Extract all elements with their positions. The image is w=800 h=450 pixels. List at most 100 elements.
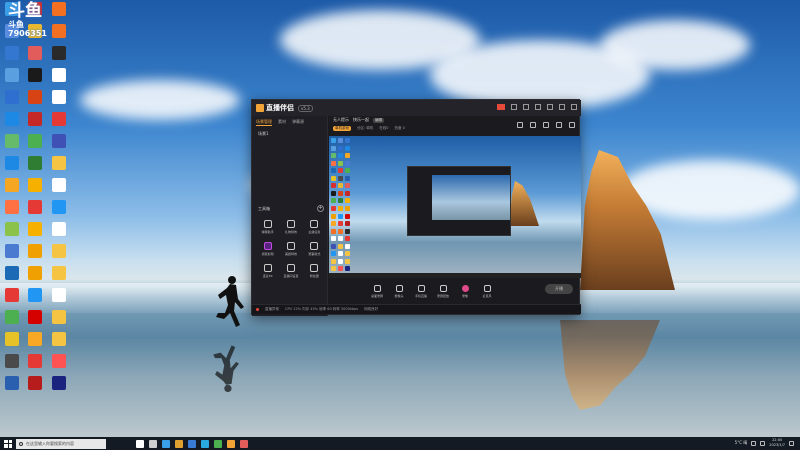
taskbar-clock[interactable]: 22:00 2023/1/7 <box>769 438 785 448</box>
taskbar-app-icon[interactable] <box>227 439 235 448</box>
room-subtitle[interactable]: 快乐一起 <box>353 117 369 123</box>
message-icon[interactable] <box>511 104 517 110</box>
notification-icon[interactable] <box>789 440 794 446</box>
desktop-shortcut-icon[interactable] <box>1 354 23 376</box>
capture-control[interactable]: 麦克风 <box>477 284 497 298</box>
desktop-shortcut-icon[interactable] <box>24 222 46 244</box>
lock-icon[interactable] <box>530 122 536 128</box>
capture-control[interactable]: 录像 <box>455 284 475 298</box>
desktop-shortcut-icon[interactable] <box>24 112 46 134</box>
maximize-button[interactable] <box>559 104 565 110</box>
desktop-shortcut-icon[interactable] <box>48 244 70 266</box>
toolbox-item[interactable]: 主播任务 <box>303 220 326 234</box>
taskbar-app-icon[interactable] <box>149 439 157 448</box>
desktop-shortcut-icon[interactable] <box>48 200 70 222</box>
capture-control[interactable]: 手机直播 <box>411 284 431 298</box>
taskbar-app-icon[interactable] <box>162 439 170 448</box>
desktop-shortcut-icon[interactable] <box>1 68 23 90</box>
taskbar-app-icon[interactable] <box>175 439 183 448</box>
room-edit-tag[interactable]: 编辑 <box>373 117 384 123</box>
room-title[interactable]: 无人提示 <box>333 117 349 123</box>
desktop-shortcut-icon[interactable] <box>48 90 70 112</box>
menu-icon[interactable] <box>535 104 541 110</box>
volume-icon[interactable] <box>760 440 766 446</box>
windows-start-icon[interactable] <box>4 439 12 448</box>
desktop-shortcut-icon[interactable] <box>48 134 70 156</box>
taskbar-app-icon[interactable] <box>201 439 209 448</box>
stream-preview[interactable] <box>329 136 581 278</box>
toolbox-item[interactable]: 连麦PK <box>256 264 279 278</box>
taskbar-app-icon[interactable] <box>214 439 222 448</box>
toolbox-item[interactable]: 粉丝团 <box>303 264 326 278</box>
toolbox-item[interactable]: 赛事模式 <box>303 242 326 256</box>
desktop-shortcut-icon[interactable] <box>48 354 70 376</box>
toolbox-add-button[interactable]: + <box>317 205 324 212</box>
desktop-shortcut-icon[interactable] <box>24 134 46 156</box>
desktop-shortcut-icon[interactable] <box>1 112 23 134</box>
desktop-shortcut-icon[interactable] <box>48 310 70 332</box>
desktop-shortcut-icon[interactable] <box>48 288 70 310</box>
scene-item[interactable]: 场景1 <box>252 129 327 139</box>
share-icon[interactable] <box>569 122 575 128</box>
desktop-shortcut-icon[interactable] <box>24 178 46 200</box>
sidebar-tab[interactable]: 素材 <box>278 119 286 126</box>
desktop-shortcut-icon[interactable] <box>24 310 46 332</box>
desktop-shortcut-icon[interactable] <box>24 244 46 266</box>
app-title-bar[interactable]: 直播伴侣 v5.3 <box>252 100 581 116</box>
desktop-shortcut-icon[interactable] <box>48 332 70 354</box>
share-screen-icon[interactable] <box>517 122 523 128</box>
desktop-shortcut-icon[interactable] <box>48 112 70 134</box>
desktop-shortcut-icon[interactable] <box>1 200 23 222</box>
desktop-shortcut-icon[interactable] <box>48 68 70 90</box>
close-button[interactable] <box>571 104 577 110</box>
minimize-button[interactable] <box>547 104 553 110</box>
desktop-shortcut-icon[interactable] <box>48 222 70 244</box>
desktop-shortcut-icon[interactable] <box>24 288 46 310</box>
desktop-shortcut-icon[interactable] <box>1 266 23 288</box>
desktop-shortcut-icon[interactable] <box>24 376 46 398</box>
desktop-shortcut-icon[interactable] <box>48 266 70 288</box>
desktop-shortcut-icon[interactable] <box>24 68 46 90</box>
desktop-shortcut-icon[interactable] <box>48 178 70 200</box>
capture-control[interactable]: 录屏回放 <box>433 284 453 298</box>
desktop-shortcut-icon[interactable] <box>24 354 46 376</box>
weather-widget[interactable]: 5°C 晴 <box>735 440 748 446</box>
taskbar-app-icon[interactable] <box>188 439 196 448</box>
sidebar-tab[interactable]: 弹幕源 <box>292 119 304 126</box>
layers-icon[interactable] <box>543 122 549 128</box>
taskbar-app-icon[interactable] <box>240 439 248 448</box>
desktop-shortcut-icon[interactable] <box>48 156 70 178</box>
sidebar-tab[interactable]: 场景管理 <box>256 119 272 126</box>
streaming-app-window[interactable]: 直播伴侣 v5.3 场景管理 素材 弹幕源 场景1 工具箱 + 弹幕助手 礼物特效 主播… <box>251 99 581 316</box>
desktop-shortcut-icon[interactable] <box>24 200 46 222</box>
network-icon[interactable] <box>751 440 757 446</box>
desktop-shortcut-icon[interactable] <box>1 376 23 398</box>
desktop-shortcut-icon[interactable] <box>1 90 23 112</box>
toolbox-item[interactable]: 弹幕助手 <box>256 220 279 234</box>
desktop-shortcut-icon[interactable] <box>24 332 46 354</box>
desktop-shortcut-icon[interactable] <box>1 332 23 354</box>
toolbox-item[interactable]: 直播间设置 <box>279 264 302 278</box>
desktop-shortcut-icon[interactable] <box>24 90 46 112</box>
desktop-shortcut-icon[interactable] <box>1 310 23 332</box>
desktop-shortcut-icon[interactable] <box>1 178 23 200</box>
desktop-shortcut-icon[interactable] <box>1 244 23 266</box>
capture-control[interactable]: 桌面录屏 <box>367 284 387 298</box>
desktop-shortcut-icon[interactable] <box>24 156 46 178</box>
toolbox-item[interactable]: 视频剪辑 <box>256 242 279 256</box>
bell-icon[interactable] <box>556 122 562 128</box>
desktop-shortcut-icon[interactable] <box>24 266 46 288</box>
taskbar-search-input[interactable]: 在这里输入你要搜索的内容 <box>16 438 106 449</box>
desktop-shortcut-icon[interactable] <box>1 288 23 310</box>
capture-control[interactable]: 摄像头 <box>389 284 409 298</box>
desktop-shortcut-icon[interactable] <box>1 222 23 244</box>
desktop-shortcut-icon[interactable] <box>1 134 23 156</box>
desktop-shortcut-icon[interactable] <box>1 156 23 178</box>
go-live-button[interactable]: 开播 <box>545 284 573 294</box>
gift-badge-icon[interactable] <box>497 104 505 110</box>
taskbar-app-icon[interactable] <box>136 439 144 448</box>
toolbox-item[interactable]: 美颜特效 <box>279 242 302 256</box>
room-category-badge[interactable]: 单机游戏 <box>333 125 351 131</box>
desktop-shortcut-icon[interactable] <box>48 376 70 398</box>
settings-icon[interactable] <box>523 104 529 110</box>
